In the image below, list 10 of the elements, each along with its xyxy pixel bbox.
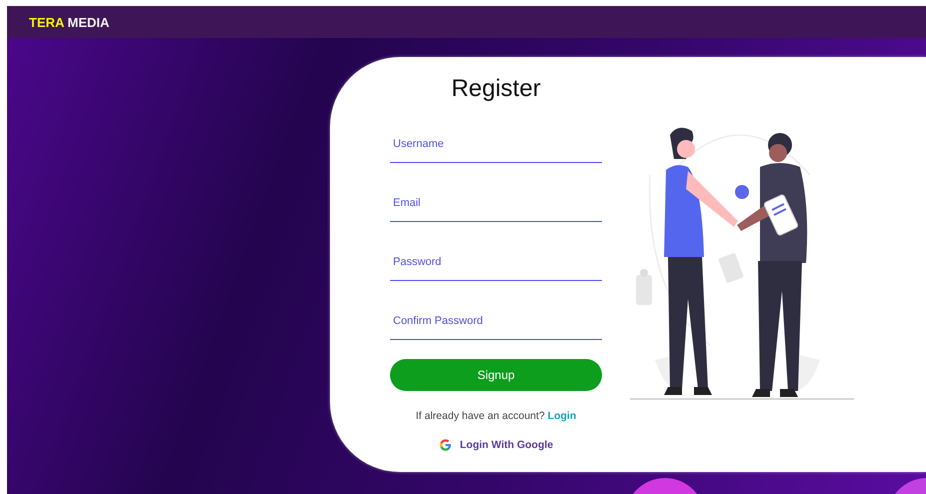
input-field[interactable]: Confirm Password — [390, 302, 602, 340]
signup-button[interactable]: Signup — [390, 359, 602, 391]
input-field[interactable]: Password — [390, 243, 602, 281]
input-field[interactable]: Username — [390, 125, 602, 163]
login-prompt: If already have an account? Login — [414, 410, 578, 422]
brand-logo[interactable]: TERA MEDIA — [29, 14, 110, 30]
google-g-icon — [438, 438, 452, 452]
google-login-link[interactable]: Login With Google — [438, 438, 554, 452]
form-title: Register — [450, 75, 542, 103]
input-field[interactable]: Email — [390, 184, 602, 222]
